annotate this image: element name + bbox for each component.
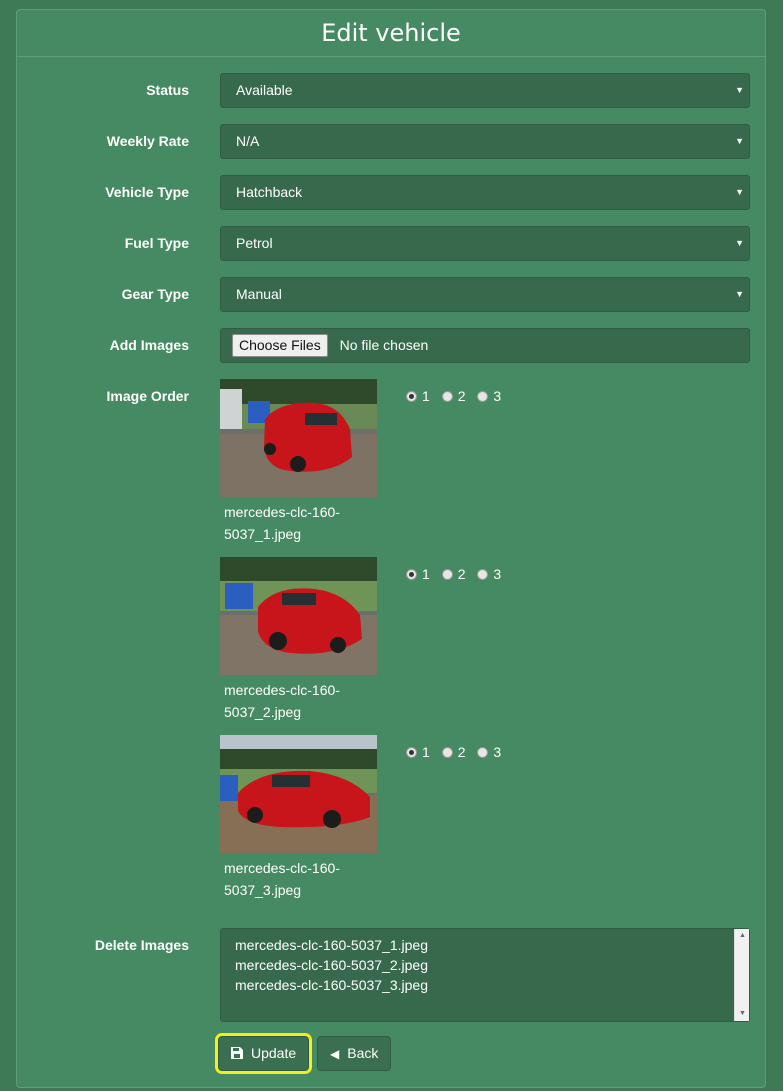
- weekly-rate-select[interactable]: N/A ▼: [220, 124, 750, 159]
- floppy-disk-icon: [231, 1038, 243, 1071]
- option-label: 3: [493, 388, 502, 404]
- order-option-3[interactable]: 3: [477, 565, 501, 583]
- add-images-label: Add Images: [109, 337, 189, 353]
- radio-icon[interactable]: [477, 569, 489, 580]
- order-option-1[interactable]: 1: [406, 565, 430, 583]
- image-3-filename: mercedes-clc-160- 5037_3.jpeg: [224, 857, 364, 901]
- option-label: 3: [493, 566, 502, 582]
- vehicle-type-label: Vehicle Type: [105, 184, 189, 200]
- filename-line: 5037_2.jpeg: [224, 704, 302, 720]
- status-label: Status: [146, 82, 189, 98]
- order-option-1[interactable]: 1: [406, 743, 430, 761]
- filename-line: mercedes-clc-160-: [224, 860, 340, 876]
- order-option-3[interactable]: 3: [477, 387, 501, 405]
- weekly-rate-value: N/A: [236, 133, 260, 149]
- list-item[interactable]: mercedes-clc-160-5037_1.jpeg: [235, 935, 735, 955]
- weekly-rate-label: Weekly Rate: [106, 133, 189, 149]
- image-1-filename: mercedes-clc-160- 5037_1.jpeg: [224, 501, 364, 545]
- vehicle-image-1: [220, 379, 377, 497]
- option-label: 2: [457, 744, 466, 760]
- file-status: No file chosen: [339, 337, 429, 353]
- image-3-order-radios: 1 2 3: [406, 743, 509, 761]
- image-2-filename: mercedes-clc-160- 5037_2.jpeg: [224, 679, 364, 723]
- delete-images-list[interactable]: mercedes-clc-160-5037_1.jpeg mercedes-cl…: [220, 928, 750, 1022]
- caret-down-icon: ▼: [735, 85, 744, 95]
- radio-icon[interactable]: [477, 747, 489, 758]
- back-label: Back: [347, 1045, 379, 1061]
- radio-icon[interactable]: [441, 747, 453, 758]
- order-option-1[interactable]: 1: [406, 387, 430, 405]
- choose-files-button[interactable]: Choose Files: [232, 334, 328, 357]
- gear-type-value: Manual: [236, 286, 282, 302]
- fuel-type-select[interactable]: Petrol ▼: [220, 226, 750, 261]
- scroll-up-arrow-icon[interactable]: ▲: [735, 929, 750, 943]
- list-item[interactable]: mercedes-clc-160-5037_3.jpeg: [235, 975, 735, 995]
- caret-down-icon: ▼: [735, 187, 744, 197]
- filename-line: mercedes-clc-160-: [224, 682, 340, 698]
- scroll-down-arrow-icon[interactable]: ▼: [735, 1007, 750, 1021]
- fuel-type-label: Fuel Type: [124, 235, 189, 251]
- order-option-2[interactable]: 2: [441, 565, 466, 583]
- file-input: Choose Files No file chosen: [220, 328, 750, 363]
- filename-line: 5037_1.jpeg: [224, 526, 302, 542]
- update-button[interactable]: Update: [214, 1033, 313, 1074]
- image-order-label: Image Order: [106, 388, 189, 404]
- option-label: 2: [457, 566, 466, 582]
- caret-down-icon: ▼: [735, 289, 744, 299]
- status-select[interactable]: Available ▼: [220, 73, 750, 108]
- option-label: 1: [422, 744, 430, 760]
- vehicle-type-select[interactable]: Hatchback ▼: [220, 175, 750, 210]
- vehicle-type-value: Hatchback: [236, 184, 303, 200]
- edit-vehicle-panel: Edit vehicle Status Available ▼ Weekly R…: [16, 9, 766, 1088]
- filename-line: 5037_3.jpeg: [224, 882, 302, 898]
- update-label: Update: [251, 1045, 297, 1061]
- radio-icon[interactable]: [441, 569, 453, 580]
- radio-icon[interactable]: [477, 391, 489, 402]
- filename-line: mercedes-clc-160-: [224, 504, 340, 520]
- radio-checked-icon[interactable]: [406, 569, 417, 580]
- page-title: Edit vehicle: [17, 10, 765, 57]
- option-label: 1: [422, 388, 430, 404]
- option-label: 2: [457, 388, 466, 404]
- radio-icon[interactable]: [441, 391, 453, 402]
- vehicle-image-2: [220, 557, 377, 675]
- delete-images-label: Delete Images: [94, 937, 189, 953]
- option-label: 3: [493, 744, 502, 760]
- scrollbar[interactable]: ▲ ▼: [734, 929, 749, 1021]
- vehicle-image-3: [220, 735, 377, 853]
- fuel-type-value: Petrol: [236, 235, 273, 251]
- caret-down-icon: ▼: [735, 136, 744, 146]
- radio-checked-icon[interactable]: [406, 391, 417, 402]
- order-option-3[interactable]: 3: [477, 743, 501, 761]
- gear-type-label: Gear Type: [121, 286, 189, 302]
- order-option-2[interactable]: 2: [441, 743, 466, 761]
- caret-down-icon: ▼: [735, 238, 744, 248]
- option-label: 1: [422, 566, 430, 582]
- order-option-2[interactable]: 2: [441, 387, 466, 405]
- list-item[interactable]: mercedes-clc-160-5037_2.jpeg: [235, 955, 735, 975]
- gear-type-select[interactable]: Manual ▼: [220, 277, 750, 312]
- caret-left-icon: ◀: [330, 1047, 340, 1061]
- image-2-order-radios: 1 2 3: [406, 565, 509, 583]
- image-1-order-radios: 1 2 3: [406, 387, 509, 405]
- back-button[interactable]: ◀ Back: [317, 1036, 392, 1071]
- radio-checked-icon[interactable]: [406, 747, 417, 758]
- status-value: Available: [236, 82, 293, 98]
